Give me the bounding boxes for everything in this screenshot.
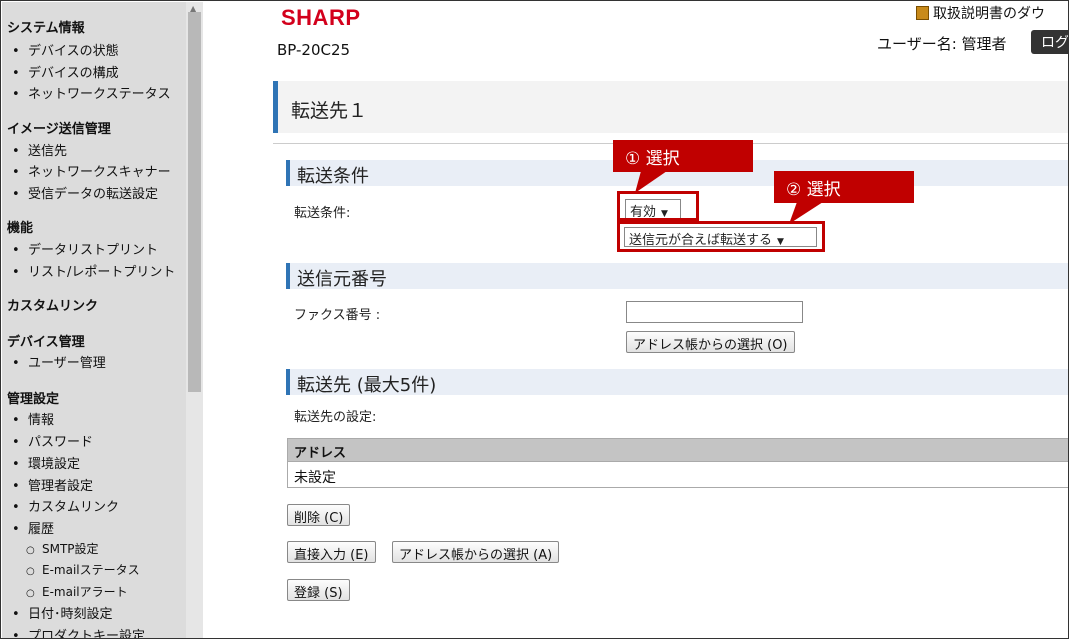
table-cell-address: 未設定	[294, 470, 336, 486]
sidebar-group-device-mgmt: デバイス管理	[7, 335, 85, 350]
table-row[interactable]	[287, 462, 1068, 488]
username-label: ユーザー名: 管理者	[877, 35, 1007, 53]
book-icon	[916, 6, 929, 20]
delete-button[interactable]: 削除 (C)	[287, 504, 351, 526]
destination-setting-label: 転送先の設定:	[294, 410, 377, 425]
sidebar-item-data-list-print[interactable]: • データリストプリント	[12, 239, 158, 258]
sidebar-item-history[interactable]: • 履歴	[12, 518, 54, 537]
sidebar-group-image-send: イメージ送信管理	[7, 122, 111, 137]
sidebar-group-system-info: システム情報	[7, 21, 85, 36]
sidebar-item-custom-link[interactable]: • カスタムリンク	[12, 496, 119, 515]
sidebar-item-network-status[interactable]: • ネットワークステータス	[12, 83, 171, 102]
page-title-bar	[273, 81, 1068, 133]
sidebar-item-user-mgmt[interactable]: • ユーザー管理	[12, 352, 106, 371]
destination-addressbook-button[interactable]: アドレス帳からの選択 (A)	[392, 541, 560, 563]
register-button[interactable]: 登録 (S)	[287, 579, 350, 601]
sidebar-subitem-email-alert[interactable]: ○ E-mailアラート	[26, 583, 128, 600]
logout-button[interactable]: ログ	[1031, 30, 1068, 54]
sidebar-item-admin-settings[interactable]: • 管理者設定	[12, 475, 93, 494]
callout-2: ② 選択	[774, 171, 914, 203]
scrollbar-thumb[interactable]	[188, 12, 201, 392]
section-sender-header	[286, 263, 1068, 289]
fax-number-label: ファクス番号 :	[294, 308, 381, 323]
sidebar-item-env-settings[interactable]: • 環境設定	[12, 453, 80, 472]
sidebar-item-forward-settings[interactable]: • 受信データの転送設定	[12, 183, 158, 202]
sidebar-item-info[interactable]: • 情報	[12, 409, 54, 428]
manual-download-link[interactable]: 取扱説明書のダウ	[916, 3, 1045, 23]
sidebar-item-network-scanner[interactable]: • ネットワークスキャナー	[12, 161, 171, 180]
sidebar-subitem-email-status[interactable]: ○ E-mailステータス	[26, 561, 140, 578]
section-condition-title: 転送条件	[297, 166, 369, 187]
sidebar-item-destination[interactable]: • 送信先	[12, 140, 67, 159]
sidebar-item-datetime[interactable]: • 日付･時刻設定	[12, 603, 113, 622]
sidebar-item-device-status[interactable]: • デバイスの状態	[12, 40, 119, 59]
brand-logo: SHARP	[281, 5, 361, 30]
sidebar-group-custom-link[interactable]: カスタムリンク	[7, 295, 98, 314]
sender-addressbook-button[interactable]: アドレス帳からの選択 (O)	[626, 331, 795, 353]
address-column-header: アドレス	[294, 446, 347, 461]
sidebar-item-report-print[interactable]: • リスト/レポートプリント	[12, 261, 175, 280]
sidebar-group-admin: 管理設定	[7, 392, 60, 407]
window-frame: システム情報 • デバイスの状態 • デバイスの構成 • ネットワークステータス イメ…	[0, 0, 1069, 639]
fax-number-input[interactable]	[626, 301, 803, 323]
address-table-header	[287, 438, 1068, 462]
section-sender-title: 送信元番号	[297, 269, 387, 290]
sidebar: システム情報 • デバイスの状態 • デバイスの構成 • ネットワークステータス イメ…	[2, 2, 186, 638]
sidebar-scrollbar[interactable]: ▲	[186, 2, 203, 638]
sidebar-group-functions: 機能	[7, 221, 34, 236]
section-destination-title: 転送先 (最大5件)	[297, 375, 437, 396]
model-name: BP-20C25	[277, 41, 351, 59]
callout-1: ① 選択	[613, 140, 753, 172]
sidebar-subitem-smtp[interactable]: ○ SMTP設定	[26, 540, 99, 557]
condition-label: 転送条件:	[294, 206, 351, 221]
sidebar-item-device-config[interactable]: • デバイスの構成	[12, 62, 119, 81]
sidebar-item-password[interactable]: • パスワード	[12, 431, 93, 450]
direct-input-button[interactable]: 直接入力 (E)	[287, 541, 376, 563]
annotation-box-1	[617, 191, 699, 221]
callout-1-tail	[635, 171, 667, 193]
callout-2-tail	[789, 202, 823, 224]
annotation-box-2	[617, 221, 825, 252]
sidebar-item-product-key[interactable]: • プロダクトキー設定	[12, 625, 145, 638]
page-title: 転送先１	[291, 100, 368, 122]
